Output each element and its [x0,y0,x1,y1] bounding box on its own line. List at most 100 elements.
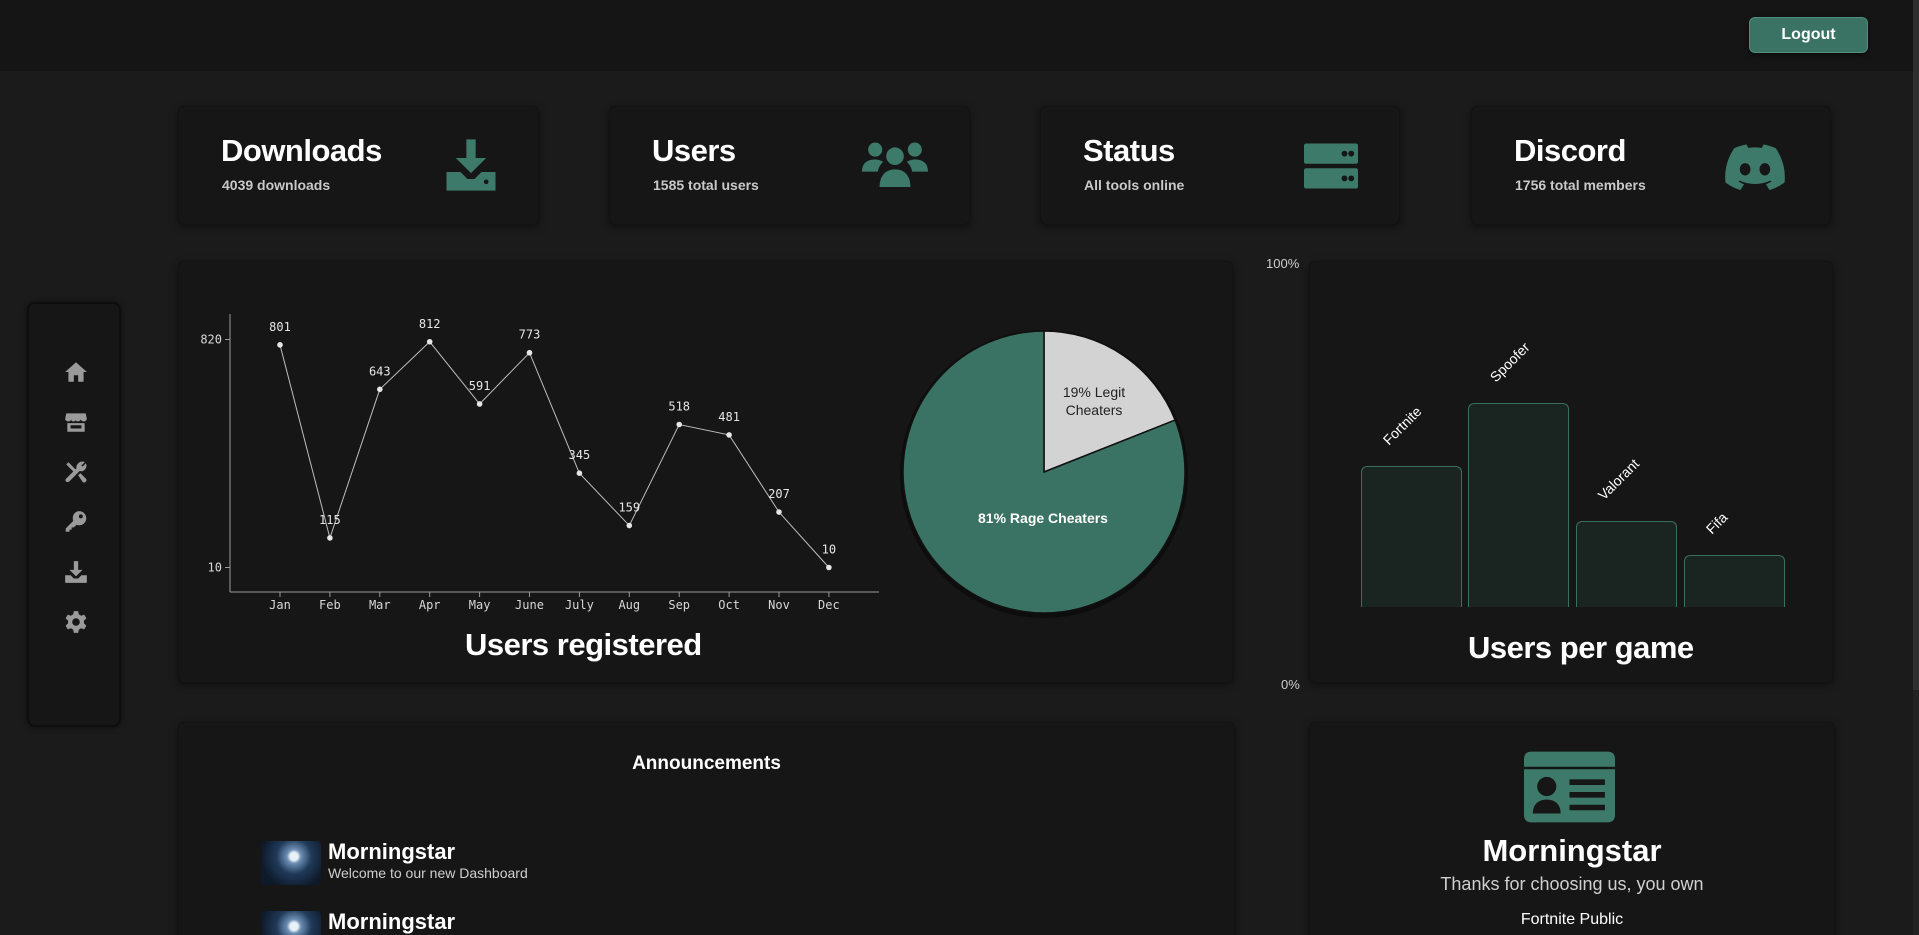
data-label: 801 [269,320,291,334]
x-tick-label: May [469,598,491,612]
bar [1684,555,1785,607]
data-point [526,349,533,356]
data-point [626,522,633,529]
data-label: 481 [718,410,740,424]
x-tick-label: Jan [269,598,291,612]
data-label: 518 [668,400,690,414]
line-chart-series: 801 115 643 812 591 773 345 159 518 481 207 10 [269,317,836,571]
chart-title: Users registered [465,627,702,662]
stat-title: Users [652,133,736,168]
stat-subtitle: 1585 total users [653,177,759,193]
stat-title: Downloads [221,133,382,168]
x-tick-label: Dec [818,598,840,612]
bar-label: Spoofer [1486,339,1533,386]
users-per-game-card: Fortnite Spoofer Valorant Fifa Users per ga… [1309,261,1833,683]
x-tick-label: Oct [718,598,740,612]
data-point [426,338,433,345]
download-icon [441,137,501,193]
x-tick-label: Feb [319,598,341,612]
profile-thanks: Thanks for choosing us, you own [1440,874,1704,894]
scrollbar-thumb[interactable] [1913,0,1919,690]
avatar [261,911,321,935]
data-point [377,386,383,393]
discord-icon [1725,144,1785,192]
announcements-card: Announcements Morningstar Welcome to our… [178,722,1235,935]
data-label: 10 [822,543,836,557]
data-label: 643 [369,364,391,378]
data-point [327,535,333,541]
x-tick-label: Apr [419,598,441,612]
data-point [826,564,832,571]
announcement-author: Morningstar [328,839,456,864]
data-label: 115 [319,513,341,527]
top-bar: Logout [0,0,1919,71]
x-tick-label: July [565,598,594,612]
stat-subtitle: 4039 downloads [222,177,331,193]
data-point [476,401,483,407]
bar [1576,520,1677,607]
logout-button[interactable]: Logout [1749,17,1868,53]
stat-subtitle: 1756 total members [1515,177,1646,193]
chart-title: Users per game [1468,630,1694,665]
announcement-item[interactable]: Morningstar [261,909,761,935]
announcement-item[interactable]: Morningstar Welcome to our new Dashboard [261,839,761,889]
y-tick-label: 820 [200,333,222,347]
pie-slice-label: Cheaters [1066,402,1123,418]
data-point [576,470,583,477]
data-point [776,509,782,515]
bar [1361,465,1462,607]
tools-icon[interactable] [63,459,89,485]
data-label: 773 [519,328,541,342]
stat-card-status: Status All tools online [1040,106,1400,225]
announcement-author: Morningstar [328,909,456,934]
id-card-icon [1524,751,1615,823]
server-icon [1304,143,1358,189]
users-registered-card: 10 820 Jan Feb Mar Apr May June July Aug Sep Oct Nov… [178,261,1233,683]
data-label: 159 [618,501,640,515]
pie-slice-label: 81% Rage Cheaters [978,510,1108,526]
bar-label: Valorant [1594,455,1643,503]
series-line [279,341,830,568]
bar [1468,403,1569,607]
y-axis-max-label: 100% [1266,256,1300,271]
data-point [676,421,682,428]
scrollbar[interactable] [1913,0,1919,935]
announcement-message: Welcome to our new Dashboard [328,865,528,881]
sidebar [27,302,121,727]
y-tick-label: 10 [208,561,222,575]
home-icon[interactable] [63,359,89,385]
y-axis-min-label: 0% [1281,677,1300,692]
line-chart-axes: 10 820 Jan Feb Mar Apr May June July Aug Sep Oct Nov… [200,314,879,612]
bar-label: Fortnite [1379,402,1425,448]
bar-label: Fifa [1702,509,1731,538]
profile-name: Morningstar [1482,833,1662,868]
stat-title: Discord [1514,133,1626,168]
stat-subtitle: All tools online [1084,177,1185,193]
x-tick-label: Nov [768,598,790,612]
store-icon[interactable] [63,409,89,435]
key-icon[interactable] [63,509,89,535]
data-label: 812 [419,317,441,331]
data-label: 345 [569,448,591,462]
avatar [261,841,321,885]
data-point [277,342,283,348]
stat-card-discord: Discord 1756 total members [1471,106,1831,225]
stat-card-downloads: Downloads 4039 downloads [178,106,539,225]
pie-chart: 19% Legit Cheaters 81% Rage Cheaters [900,330,1188,618]
x-tick-label: June [515,598,544,612]
users-icon [862,137,928,193]
profile-card: Morningstar Thanks for choosing us, you … [1309,722,1835,935]
announcements-title: Announcements [632,753,781,774]
profile-product: Fortnite Public [1520,911,1624,928]
data-point [726,432,732,438]
pie-slice-label: 19% Legit [1063,384,1125,400]
gear-icon[interactable] [63,609,89,635]
stat-card-users: Users 1585 total users [609,106,970,225]
x-tick-label: Aug [618,598,640,612]
users-registered-chart: 10 820 Jan Feb Mar Apr May June July Aug Sep Oct Nov… [200,314,1188,618]
data-label: 207 [768,487,790,501]
stat-title: Status [1083,133,1175,168]
download-icon[interactable] [63,559,89,585]
x-tick-label: Mar [369,598,391,612]
data-label: 591 [469,379,491,393]
